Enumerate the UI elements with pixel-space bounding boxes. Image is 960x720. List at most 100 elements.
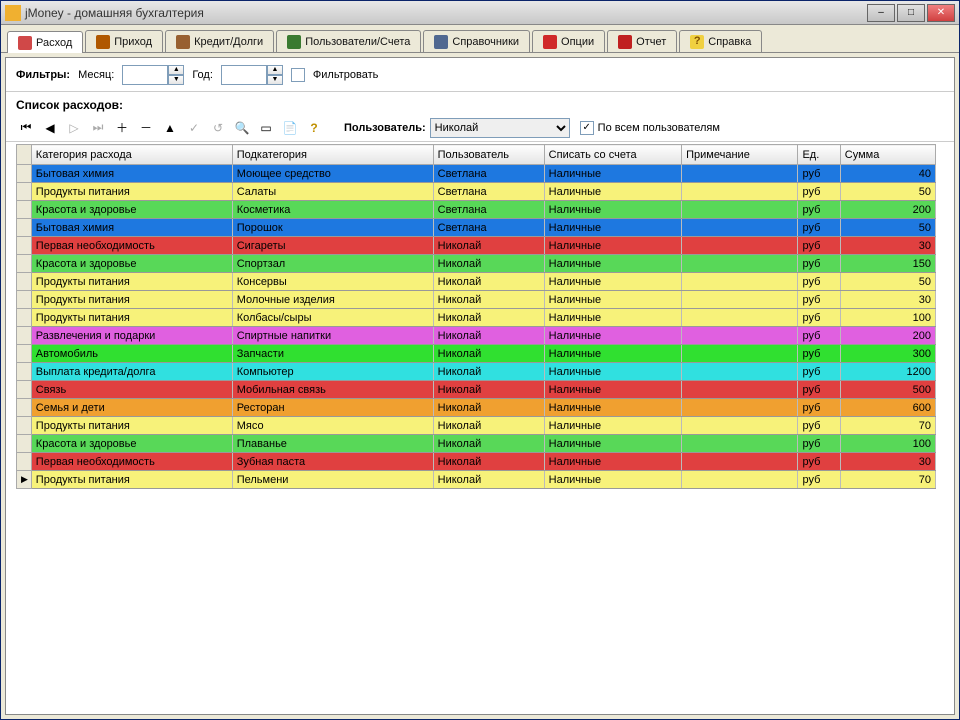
cell-user[interactable]: Николай: [433, 453, 544, 471]
cell-unit[interactable]: руб: [798, 291, 840, 309]
cell-note[interactable]: [682, 417, 798, 435]
cell-sub[interactable]: Молочные изделия: [232, 291, 433, 309]
cell-acct[interactable]: Наличные: [544, 381, 681, 399]
cell-user[interactable]: Николай: [433, 435, 544, 453]
cell-acct[interactable]: Наличные: [544, 417, 681, 435]
cell-unit[interactable]: руб: [798, 399, 840, 417]
maximize-button[interactable]: □: [897, 4, 925, 22]
cell-unit[interactable]: руб: [798, 435, 840, 453]
cell-note[interactable]: [682, 345, 798, 363]
table-row[interactable]: Бытовая химияМоющее средствоСветланаНали…: [17, 165, 936, 183]
cell-sum[interactable]: 100: [840, 435, 935, 453]
table-row[interactable]: Продукты питанияКолбасы/сырыНиколайНалич…: [17, 309, 936, 327]
card-view-icon[interactable]: ▭: [256, 118, 276, 138]
minimize-button[interactable]: –: [867, 4, 895, 22]
cell-cat[interactable]: Автомобиль: [31, 345, 232, 363]
cell-cat[interactable]: Продукты питания: [31, 417, 232, 435]
all-users-checkbox[interactable]: [580, 121, 594, 135]
cell-unit[interactable]: руб: [798, 363, 840, 381]
cell-user[interactable]: Светлана: [433, 219, 544, 237]
tab-справочники[interactable]: Справочники: [423, 30, 530, 52]
cell-sum[interactable]: 40: [840, 165, 935, 183]
cell-sub[interactable]: Колбасы/сыры: [232, 309, 433, 327]
cell-acct[interactable]: Наличные: [544, 237, 681, 255]
cell-acct[interactable]: Наличные: [544, 453, 681, 471]
table-row[interactable]: Бытовая химияПорошокСветланаНаличныеруб5…: [17, 219, 936, 237]
cell-acct[interactable]: Наличные: [544, 471, 681, 489]
cell-cat[interactable]: Продукты питания: [31, 291, 232, 309]
month-spinner[interactable]: ▲▼: [122, 65, 184, 85]
cell-user[interactable]: Николай: [433, 381, 544, 399]
col-account[interactable]: Списать со счета: [544, 145, 681, 165]
cell-user[interactable]: Николай: [433, 471, 544, 489]
table-row[interactable]: Выплата кредита/долгаКомпьютерНиколайНал…: [17, 363, 936, 381]
close-button[interactable]: ✕: [927, 4, 955, 22]
cell-user[interactable]: Светлана: [433, 165, 544, 183]
table-row[interactable]: Продукты питанияСалатыСветланаНаличныеру…: [17, 183, 936, 201]
cell-unit[interactable]: руб: [798, 255, 840, 273]
cell-user[interactable]: Николай: [433, 345, 544, 363]
cell-unit[interactable]: руб: [798, 381, 840, 399]
cell-sum[interactable]: 70: [840, 417, 935, 435]
next-record-icon[interactable]: ▷: [64, 118, 84, 138]
table-row[interactable]: Первая необходимостьЗубная пастаНиколайН…: [17, 453, 936, 471]
cell-unit[interactable]: руб: [798, 165, 840, 183]
cell-sub[interactable]: Компьютер: [232, 363, 433, 381]
table-row[interactable]: Продукты питанияМясоНиколайНаличныеруб70: [17, 417, 936, 435]
cell-sum[interactable]: 300: [840, 345, 935, 363]
year-down-button[interactable]: ▼: [267, 75, 283, 85]
cell-user[interactable]: Николай: [433, 291, 544, 309]
cell-note[interactable]: [682, 471, 798, 489]
cell-acct[interactable]: Наличные: [544, 165, 681, 183]
col-unit[interactable]: Ед.: [798, 145, 840, 165]
cell-cat[interactable]: Выплата кредита/долга: [31, 363, 232, 381]
cell-user[interactable]: Николай: [433, 363, 544, 381]
table-row[interactable]: Развлечения и подаркиСпиртные напиткиНик…: [17, 327, 936, 345]
cell-note[interactable]: [682, 453, 798, 471]
cell-sum[interactable]: 500: [840, 381, 935, 399]
year-up-button[interactable]: ▲: [267, 65, 283, 75]
add-record-icon[interactable]: ＋: [112, 118, 132, 138]
cell-note[interactable]: [682, 327, 798, 345]
cell-unit[interactable]: руб: [798, 183, 840, 201]
cell-sub[interactable]: Мясо: [232, 417, 433, 435]
cell-unit[interactable]: руб: [798, 471, 840, 489]
cell-note[interactable]: [682, 435, 798, 453]
cell-acct[interactable]: Наличные: [544, 327, 681, 345]
cell-unit[interactable]: руб: [798, 309, 840, 327]
cell-note[interactable]: [682, 219, 798, 237]
cell-sum[interactable]: 70: [840, 471, 935, 489]
cell-note[interactable]: [682, 291, 798, 309]
copy-icon[interactable]: 📄: [280, 118, 300, 138]
table-row[interactable]: Продукты питанияКонсервыНиколайНаличныер…: [17, 273, 936, 291]
cell-sum[interactable]: 600: [840, 399, 935, 417]
user-select[interactable]: Николай: [430, 118, 570, 138]
table-row[interactable]: АвтомобильЗапчастиНиколайНаличныеруб300: [17, 345, 936, 363]
col-sum[interactable]: Сумма: [840, 145, 935, 165]
col-user[interactable]: Пользователь: [433, 145, 544, 165]
table-row[interactable]: Красота и здоровьеКосметикаСветланаНалич…: [17, 201, 936, 219]
cell-sub[interactable]: Запчасти: [232, 345, 433, 363]
tab-расход[interactable]: Расход: [7, 31, 83, 53]
prev-record-icon[interactable]: ◀: [40, 118, 60, 138]
cell-cat[interactable]: Продукты питания: [31, 273, 232, 291]
cell-cat[interactable]: Связь: [31, 381, 232, 399]
cell-note[interactable]: [682, 399, 798, 417]
cell-sub[interactable]: Ресторан: [232, 399, 433, 417]
cell-acct[interactable]: Наличные: [544, 183, 681, 201]
cell-cat[interactable]: Продукты питания: [31, 471, 232, 489]
cell-acct[interactable]: Наличные: [544, 201, 681, 219]
save-record-icon[interactable]: ✓: [184, 118, 204, 138]
cancel-record-icon[interactable]: ↺: [208, 118, 228, 138]
cell-note[interactable]: [682, 165, 798, 183]
cell-sum[interactable]: 1200: [840, 363, 935, 381]
cell-sub[interactable]: Спиртные напитки: [232, 327, 433, 345]
cell-acct[interactable]: Наличные: [544, 435, 681, 453]
cell-sub[interactable]: Сигареты: [232, 237, 433, 255]
tab-отчет[interactable]: Отчет: [607, 30, 677, 52]
cell-cat[interactable]: Бытовая химия: [31, 219, 232, 237]
tab-справка[interactable]: ?Справка: [679, 30, 762, 52]
cell-user[interactable]: Николай: [433, 237, 544, 255]
cell-sum[interactable]: 30: [840, 291, 935, 309]
month-up-button[interactable]: ▲: [168, 65, 184, 75]
